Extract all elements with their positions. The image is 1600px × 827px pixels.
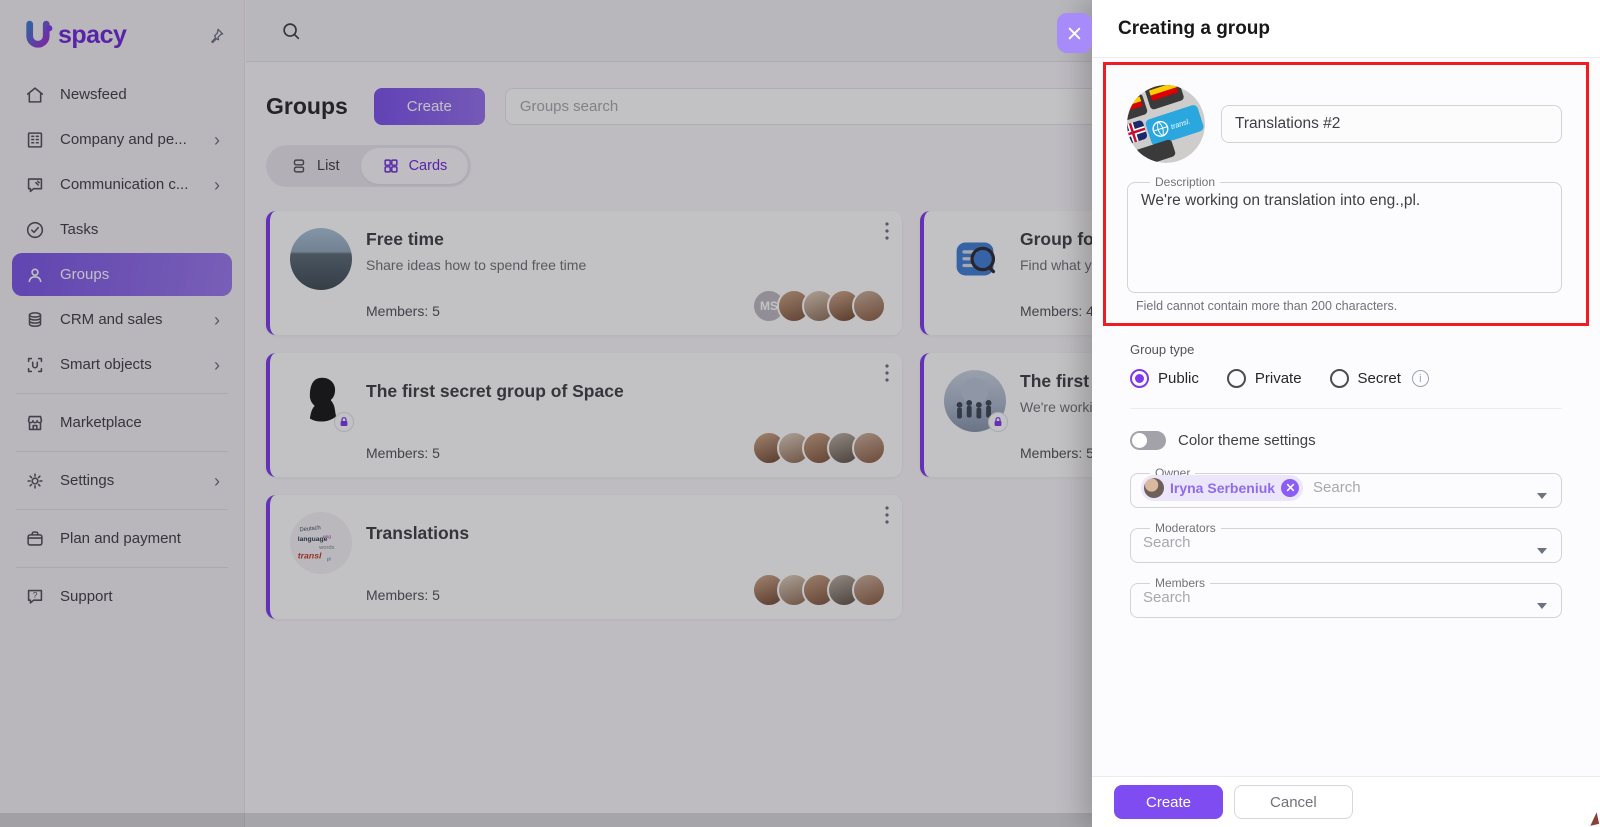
owner-search-input[interactable] (1313, 479, 1527, 496)
group-image-avatar[interactable]: transl. (1127, 85, 1205, 163)
chevron-down-icon[interactable] (1537, 603, 1547, 609)
owner-field: Owner Iryna Serbeniuk (1130, 466, 1562, 508)
app-root: spacy Newsfeed Company and pe... › Commu… (0, 0, 1600, 827)
radio-private[interactable]: Private (1227, 369, 1302, 388)
bottom-shade (0, 813, 1092, 827)
divider (1130, 408, 1562, 409)
description-textarea[interactable]: We're working on translation into eng.,p… (1141, 191, 1548, 279)
close-icon (1067, 26, 1082, 41)
radio-icon (1227, 369, 1246, 388)
color-theme-switch[interactable] (1130, 431, 1166, 450)
moderators-label: Moderators (1150, 521, 1221, 535)
radio-selected-icon (1130, 369, 1149, 388)
description-helper-text: Field cannot contain more than 200 chara… (1136, 299, 1562, 313)
drawer-cancel-button[interactable]: Cancel (1234, 785, 1353, 819)
radio-label: Public (1158, 370, 1199, 387)
drawer-body: transl. Description We're working on tra… (1092, 58, 1600, 776)
remove-owner-icon[interactable] (1281, 479, 1299, 497)
chevron-down-icon[interactable] (1537, 493, 1547, 499)
group-name-input[interactable] (1221, 105, 1562, 143)
radio-label: Private (1255, 370, 1302, 387)
highlight-annotation: transl. Description We're working on tra… (1103, 62, 1589, 326)
info-icon[interactable] (1412, 370, 1429, 387)
moderators-field: Moderators (1130, 521, 1562, 563)
radio-public[interactable]: Public (1130, 369, 1199, 388)
owner-avatar (1144, 478, 1164, 498)
moderators-search-input[interactable] (1143, 534, 1527, 551)
radio-secret[interactable]: Secret (1330, 369, 1429, 388)
owner-chip: Iryna Serbeniuk (1141, 475, 1303, 501)
group-type-label: Group type (1130, 342, 1562, 357)
color-theme-label: Color theme settings (1178, 432, 1316, 449)
drawer-create-button[interactable]: Create (1114, 785, 1223, 819)
members-field: Members (1130, 576, 1562, 618)
members-search-input[interactable] (1143, 589, 1527, 606)
modal-overlay[interactable] (0, 0, 1092, 827)
radio-icon (1330, 369, 1349, 388)
radio-label: Secret (1358, 370, 1401, 387)
color-theme-row: Color theme settings (1130, 431, 1562, 450)
drawer-title: Creating a group (1092, 0, 1600, 58)
close-drawer-button[interactable] (1057, 13, 1092, 53)
group-type-options: Public Private Secret (1130, 369, 1562, 388)
description-label: Description (1150, 175, 1220, 189)
members-label: Members (1150, 576, 1210, 590)
description-field: Description We're working on translation… (1127, 175, 1562, 293)
chevron-down-icon[interactable] (1537, 548, 1547, 554)
drawer-footer: Create Cancel (1092, 776, 1600, 827)
owner-name: Iryna Serbeniuk (1170, 480, 1275, 496)
create-group-drawer: Creating a group (1092, 0, 1600, 827)
